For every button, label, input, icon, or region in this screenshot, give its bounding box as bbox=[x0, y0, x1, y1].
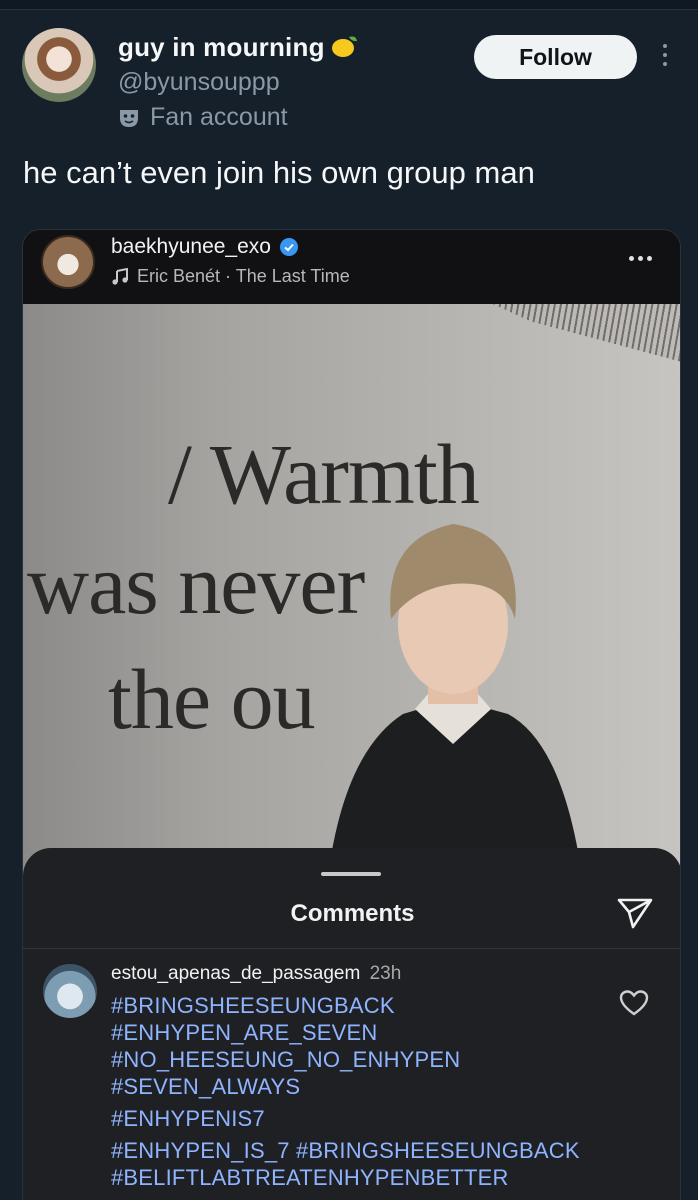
hashtag-line[interactable]: #ENHYPENIS7 bbox=[111, 1105, 580, 1132]
verified-icon bbox=[279, 238, 298, 256]
instagram-username: baekhyunee_exo bbox=[111, 235, 299, 259]
hashtag-line[interactable]: #ENHYPEN_IS_7 #BRINGSHEESEUNGBACK bbox=[111, 1137, 580, 1164]
heart-icon[interactable] bbox=[619, 989, 649, 1017]
display-name-text: guy in mourning bbox=[118, 32, 325, 62]
fan-account-badge: Fan account bbox=[118, 103, 288, 132]
post-photo: / Warmth was never the ou bbox=[23, 304, 680, 904]
music-text: Eric Benét · The Last Time bbox=[137, 266, 350, 286]
fan-account-label: Fan account bbox=[150, 103, 288, 131]
sheet-drag-handle[interactable] bbox=[321, 872, 381, 876]
display-name[interactable]: guy in mourning bbox=[118, 32, 359, 63]
ceiling-lines bbox=[493, 304, 680, 362]
instagram-avatar bbox=[41, 235, 95, 289]
comments-sheet: Comments estou_apenas_de_passagem 23h #B… bbox=[23, 848, 680, 1200]
tweet-text: he can’t even join his own group man bbox=[23, 155, 535, 190]
hashtag-line[interactable]: #BELIFTLABTREATENHYPENBETTER bbox=[111, 1164, 580, 1191]
comment-time: 23h bbox=[369, 963, 402, 984]
hashtag-line[interactable]: #ENHYPEN_ARE_SEVEN bbox=[111, 1019, 580, 1046]
instagram-username-text: baekhyunee_exo bbox=[111, 235, 271, 258]
user-handle[interactable]: @byunsouppp bbox=[118, 68, 280, 97]
commenter-username[interactable]: estou_apenas_de_passagem bbox=[111, 963, 360, 984]
top-edge bbox=[0, 0, 698, 10]
mask-icon bbox=[120, 109, 138, 127]
more-horizontal-icon bbox=[629, 256, 652, 261]
person-figure bbox=[324, 524, 586, 904]
commenter-avatar[interactable] bbox=[43, 964, 97, 1018]
wall-text-line-3: the ou bbox=[108, 651, 316, 747]
music-note-icon bbox=[112, 267, 128, 285]
embedded-screenshot[interactable]: baekhyunee_exo Eric Benét · The Last Tim… bbox=[22, 229, 681, 1200]
follow-button[interactable]: Follow bbox=[474, 35, 637, 79]
comment-body: #BRINGSHEESEUNGBACK #ENHYPEN_ARE_SEVEN #… bbox=[111, 992, 580, 1191]
hashtag-line[interactable]: #SEVEN_ALWAYS bbox=[111, 1073, 580, 1100]
send-icon[interactable] bbox=[616, 896, 654, 930]
comment-header: estou_apenas_de_passagem 23h bbox=[111, 963, 401, 985]
hashtag-line[interactable]: #NO_HEESEUNG_NO_ENHYPEN bbox=[111, 1046, 580, 1073]
hashtag-line[interactable]: #BRINGSHEESEUNGBACK bbox=[111, 992, 580, 1019]
lemon-icon bbox=[331, 36, 357, 57]
user-avatar[interactable] bbox=[22, 28, 96, 102]
comments-title: Comments bbox=[290, 900, 415, 927]
instagram-header: baekhyunee_exo Eric Benét · The Last Tim… bbox=[23, 230, 680, 304]
more-vertical-icon[interactable] bbox=[660, 44, 670, 70]
music-info: Eric Benét · The Last Time bbox=[111, 266, 350, 287]
sheet-divider bbox=[23, 948, 680, 949]
